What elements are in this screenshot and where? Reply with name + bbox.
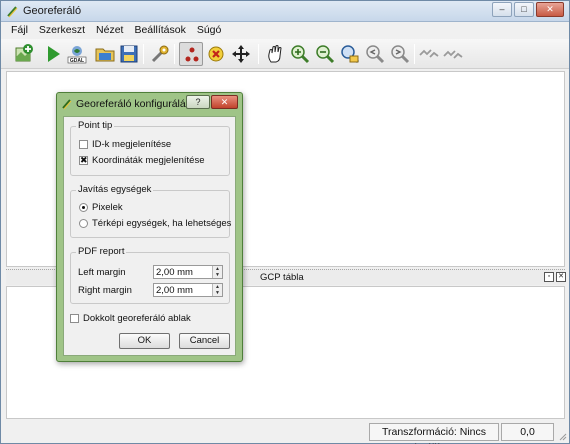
resize-grip-icon[interactable] xyxy=(557,431,567,441)
add-point-button[interactable] xyxy=(179,42,203,66)
transformation-settings-button[interactable] xyxy=(148,42,172,66)
map-units-radio[interactable] xyxy=(79,219,88,228)
dialog-title-bar: Georeferáló konfigurálás ? ✕ xyxy=(57,93,242,115)
point-tip-group-title: Point tip xyxy=(76,120,115,131)
pixels-option[interactable]: Pixelek xyxy=(79,202,123,213)
toolbar-separator xyxy=(414,44,415,64)
docked-window-checkbox[interactable] xyxy=(70,314,79,323)
pan-icon xyxy=(268,45,282,63)
zoom-next-button[interactable] xyxy=(388,42,412,66)
show-coords-label: Koordináták megjelenítése xyxy=(92,155,205,166)
zoom-next-icon xyxy=(391,45,410,64)
dialog-body: Point tip ID-k megjelenítése ✖ Koordinát… xyxy=(63,116,236,356)
dialog-help-button[interactable]: ? xyxy=(186,95,210,109)
delete-point-button[interactable] xyxy=(204,42,228,66)
dialog-close-button[interactable]: ✕ xyxy=(211,95,238,109)
menu-view[interactable]: Nézet xyxy=(92,22,127,39)
zoom-to-layer-icon xyxy=(341,45,360,64)
window-title: Georeferáló xyxy=(23,5,82,17)
link-georef-to-qgis-button[interactable] xyxy=(417,42,441,66)
menu-bar: Fájl Szerkeszt Nézet Beállítások Súgó xyxy=(1,22,569,39)
gcp-dock-title: GCP tábla xyxy=(260,272,304,283)
add-point-icon xyxy=(185,47,199,62)
zoom-in-button[interactable] xyxy=(288,42,312,66)
left-margin-label: Left margin xyxy=(78,267,126,278)
toolbar: GDAL xyxy=(1,39,569,69)
link-georef-to-qgis-icon xyxy=(419,49,439,58)
link-qgis-to-georef-icon xyxy=(443,50,463,59)
menu-file[interactable]: Fájl xyxy=(7,22,32,39)
save-gcp-points-icon xyxy=(120,45,138,63)
move-point-icon xyxy=(232,45,250,63)
generate-gdal-script-button[interactable]: GDAL xyxy=(65,42,89,66)
show-ids-option[interactable]: ID-k megjelenítése xyxy=(79,139,171,150)
map-units-option[interactable]: Térképi egységek, ha lehetséges xyxy=(79,218,231,229)
open-raster-icon xyxy=(15,44,33,62)
pdf-report-group: PDF report Left margin 2,00 mm ▲ ▼ Right… xyxy=(70,246,230,304)
configure-georeferencer-dialog: Georeferáló konfigurálás ? ✕ Point tip I… xyxy=(56,92,243,362)
right-margin-spinbox[interactable]: 2,00 mm ▲ ▼ xyxy=(153,283,223,297)
menu-edit[interactable]: Szerkeszt xyxy=(35,22,89,39)
map-units-label: Térképi egységek, ha lehetséges xyxy=(92,218,232,229)
load-gcp-points-icon xyxy=(95,48,115,62)
show-ids-checkbox[interactable] xyxy=(79,140,88,149)
show-coords-checkbox[interactable]: ✖ xyxy=(79,156,88,165)
status-bar: Transzformáció: Nincs beállítva 0,0 xyxy=(1,422,569,444)
delete-point-icon xyxy=(208,46,224,62)
right-margin-down-icon[interactable]: ▼ xyxy=(212,290,222,296)
zoom-out-button[interactable] xyxy=(313,42,337,66)
dialog-title: Georeferáló konfigurálás xyxy=(76,98,191,110)
left-margin-value: 2,00 mm xyxy=(156,267,193,278)
right-margin-label: Right margin xyxy=(78,285,132,296)
generate-gdal-script-icon: GDAL xyxy=(67,46,87,64)
title-bar: Georeferáló – □ ✕ xyxy=(1,1,569,22)
residual-units-group: Javítás egységek Pixelek Térképi egysége… xyxy=(70,184,231,238)
pixels-label: Pixelek xyxy=(92,202,123,213)
open-raster-button[interactable] xyxy=(11,42,35,66)
left-margin-down-icon[interactable]: ▼ xyxy=(212,272,222,278)
toolbar-separator xyxy=(174,44,175,64)
pan-button[interactable] xyxy=(263,42,287,66)
cancel-button[interactable]: Cancel xyxy=(179,333,230,349)
residual-units-group-title: Javítás egységek xyxy=(76,184,154,195)
start-georeferencing-button[interactable] xyxy=(41,42,65,66)
right-margin-value: 2,00 mm xyxy=(156,285,193,296)
georeferencer-app-icon xyxy=(6,5,19,18)
transform-status: Transzformáció: Nincs beállítva xyxy=(369,423,499,444)
svg-text:GDAL: GDAL xyxy=(70,58,84,64)
pdf-report-group-title: PDF report xyxy=(76,246,127,257)
show-coords-option[interactable]: ✖ Koordináták megjelenítése xyxy=(79,155,205,166)
toolbar-separator xyxy=(143,44,144,64)
close-window-button[interactable]: ✕ xyxy=(536,2,564,17)
left-margin-spinbox[interactable]: 2,00 mm ▲ ▼ xyxy=(153,265,223,279)
docked-window-option[interactable]: Dokkolt georeferáló ablak xyxy=(70,313,191,324)
load-gcp-points-button[interactable] xyxy=(93,42,117,66)
transformation-settings-icon xyxy=(151,45,169,63)
maximize-button[interactable]: □ xyxy=(514,2,534,17)
move-point-button[interactable] xyxy=(229,42,253,66)
pixels-radio[interactable] xyxy=(79,203,88,212)
zoom-last-icon xyxy=(366,45,385,64)
close-dock-icon[interactable]: ✕ xyxy=(556,272,566,282)
toolbar-separator xyxy=(258,44,259,64)
zoom-out-icon xyxy=(316,45,335,64)
zoom-to-layer-button[interactable] xyxy=(338,42,362,66)
zoom-last-button[interactable] xyxy=(363,42,387,66)
docked-window-label: Dokkolt georeferáló ablak xyxy=(83,313,191,324)
undock-icon[interactable]: ▫ xyxy=(544,272,554,282)
georeferencer-dialog-icon xyxy=(61,98,73,110)
link-qgis-to-georef-button[interactable] xyxy=(441,42,465,66)
zoom-in-icon xyxy=(291,45,310,64)
point-tip-group: Point tip ID-k megjelenítése ✖ Koordinát… xyxy=(70,120,230,176)
start-georeferencing-icon xyxy=(48,46,60,62)
coordinate-display: 0,0 xyxy=(501,423,554,441)
menu-settings[interactable]: Beállítások xyxy=(130,22,189,39)
ok-button[interactable]: OK xyxy=(119,333,170,349)
minimize-button[interactable]: – xyxy=(492,2,512,17)
menu-help[interactable]: Súgó xyxy=(193,22,226,39)
save-gcp-points-button[interactable] xyxy=(117,42,141,66)
show-ids-label: ID-k megjelenítése xyxy=(92,139,172,150)
